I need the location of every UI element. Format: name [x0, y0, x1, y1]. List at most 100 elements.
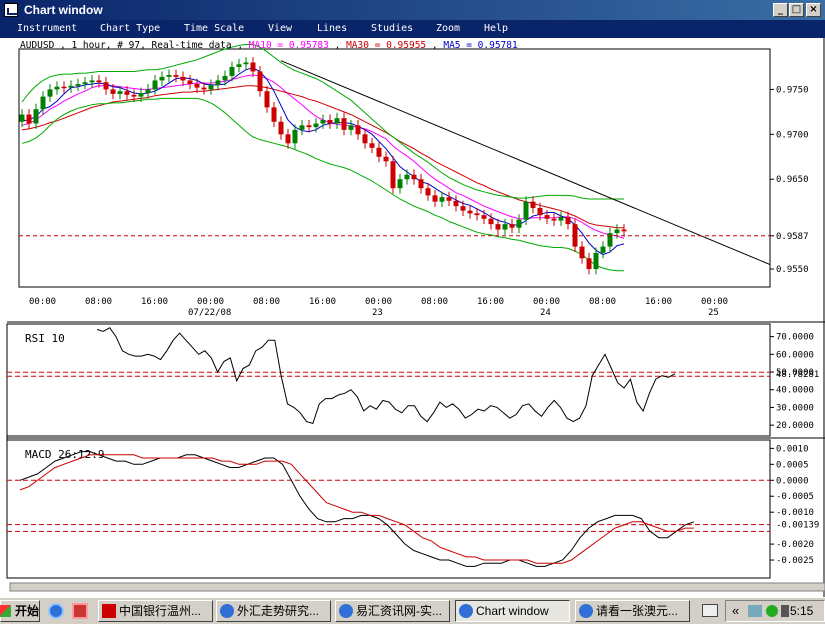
candle: [439, 197, 445, 202]
start-button[interactable]: 开始: [0, 600, 40, 622]
browser-icon: [220, 604, 234, 618]
y-tick-label: 0.0005: [776, 460, 809, 470]
candle: [306, 125, 312, 128]
keyboard-icon[interactable]: [702, 604, 718, 617]
candle: [607, 233, 613, 247]
candle: [264, 91, 270, 108]
candle: [397, 179, 403, 189]
candle: [390, 161, 396, 189]
candle: [285, 134, 291, 144]
candle: [194, 84, 200, 88]
candle: [383, 156, 389, 162]
instrument-summary: AUDUSD , 1 hour, # 97, Real-time data ,: [20, 40, 244, 51]
chart-window: Chart window _ □ × Instrument Chart Type…: [0, 0, 825, 597]
tray-app-icon[interactable]: [766, 605, 778, 617]
windows-logo-icon: [0, 605, 11, 617]
quick-launch-icon[interactable]: [72, 603, 88, 619]
window-title: Chart window: [24, 3, 103, 17]
time-axis: 00:00 08:00 16:00 00:00 08:00 16:00 00:0…: [29, 297, 728, 318]
separator: ,: [334, 40, 341, 51]
menu-chart-type[interactable]: Chart Type: [100, 23, 160, 34]
volume-icon[interactable]: [781, 605, 789, 617]
internet-explorer-icon[interactable]: [48, 603, 64, 619]
taskbar-item-label: 请看一张澳元...: [596, 604, 679, 618]
chart-area[interactable]: RSI 10 MACD 26:12:9 00:00 08:00 16:00 00…: [0, 38, 825, 593]
candle: [103, 82, 109, 90]
taskbar-item-active[interactable]: Chart window: [455, 600, 570, 622]
separator: ,: [431, 40, 438, 51]
candle: [355, 125, 361, 135]
candle: [509, 224, 515, 228]
candle: [138, 93, 144, 97]
candle: [474, 213, 480, 216]
candle: [362, 134, 368, 144]
candle: [621, 229, 627, 232]
menu-time-scale[interactable]: Time Scale: [184, 23, 244, 34]
candle: [495, 224, 501, 230]
date-label: 25: [708, 308, 719, 318]
candle: [26, 114, 32, 124]
chevron-left-icon[interactable]: «: [732, 603, 739, 618]
taskbar-item[interactable]: 外汇走势研究...: [216, 600, 331, 622]
browser-icon: [339, 604, 353, 618]
candle: [68, 85, 74, 88]
candle: [117, 91, 123, 94]
taskbar-item[interactable]: 请看一张澳元...: [575, 600, 690, 622]
close-button[interactable]: ×: [806, 3, 821, 17]
candle: [516, 219, 522, 228]
candle: [481, 215, 487, 219]
clock[interactable]: 5:15: [790, 604, 813, 618]
candle: [579, 246, 585, 259]
minimize-button[interactable]: _: [773, 3, 788, 17]
network-icon[interactable]: [748, 605, 762, 617]
candle: [75, 84, 81, 86]
browser-icon: [459, 604, 473, 618]
browser-icon: [579, 604, 593, 618]
candle: [586, 258, 592, 270]
horizontal-scrollbar[interactable]: [9, 582, 825, 592]
candle: [502, 224, 508, 230]
time-label: 00:00: [701, 297, 728, 307]
candle: [40, 96, 46, 110]
ma30-readout: MA30 = 0.95955: [346, 40, 427, 51]
y-tick-label: -0.0025: [776, 556, 814, 566]
menu-lines[interactable]: Lines: [317, 23, 347, 34]
candle: [201, 87, 207, 90]
ma10-readout: MA10 = 0.95783: [248, 40, 329, 51]
candle: [334, 118, 340, 124]
instrument-info: AUDUSD , 1 hour, # 97, Real-time data , …: [20, 40, 518, 51]
y-tick-label: 20.0000: [776, 421, 814, 431]
time-label: 00:00: [533, 297, 560, 307]
date-label: 07/22/08: [188, 308, 231, 318]
menu-view[interactable]: View: [268, 23, 292, 34]
candle: [523, 201, 529, 220]
menu-studies[interactable]: Studies: [371, 23, 413, 34]
candle: [600, 246, 606, 253]
candle: [54, 86, 60, 90]
candle: [453, 200, 459, 207]
candle: [250, 62, 256, 72]
menu-zoom[interactable]: Zoom: [436, 23, 460, 34]
candle: [432, 195, 438, 202]
y-tick-label: 0.9550: [776, 265, 809, 275]
title-bar[interactable]: Chart window _ □ ×: [0, 0, 825, 20]
current-price-label: 0.9587: [776, 232, 809, 242]
time-label: 16:00: [141, 297, 168, 307]
y-tick-label: 60.0000: [776, 350, 814, 360]
candle: [159, 76, 165, 81]
taskbar-item[interactable]: 易汇资讯网-实...: [335, 600, 450, 622]
candle: [257, 71, 263, 92]
candle: [278, 121, 284, 135]
macd-current-label: -0.00139: [776, 521, 819, 531]
candle: [215, 80, 221, 85]
y-tick-label: 30.0000: [776, 403, 814, 413]
y-tick-label: 70.0000: [776, 333, 814, 343]
maximize-button[interactable]: □: [789, 3, 804, 17]
menu-help[interactable]: Help: [484, 23, 508, 34]
taskbar-item[interactable]: 中国银行温州...: [98, 600, 213, 622]
candle: [565, 216, 571, 225]
menu-instrument[interactable]: Instrument: [17, 23, 77, 34]
time-label: 16:00: [309, 297, 336, 307]
candle: [19, 114, 25, 122]
candle: [530, 201, 536, 208]
